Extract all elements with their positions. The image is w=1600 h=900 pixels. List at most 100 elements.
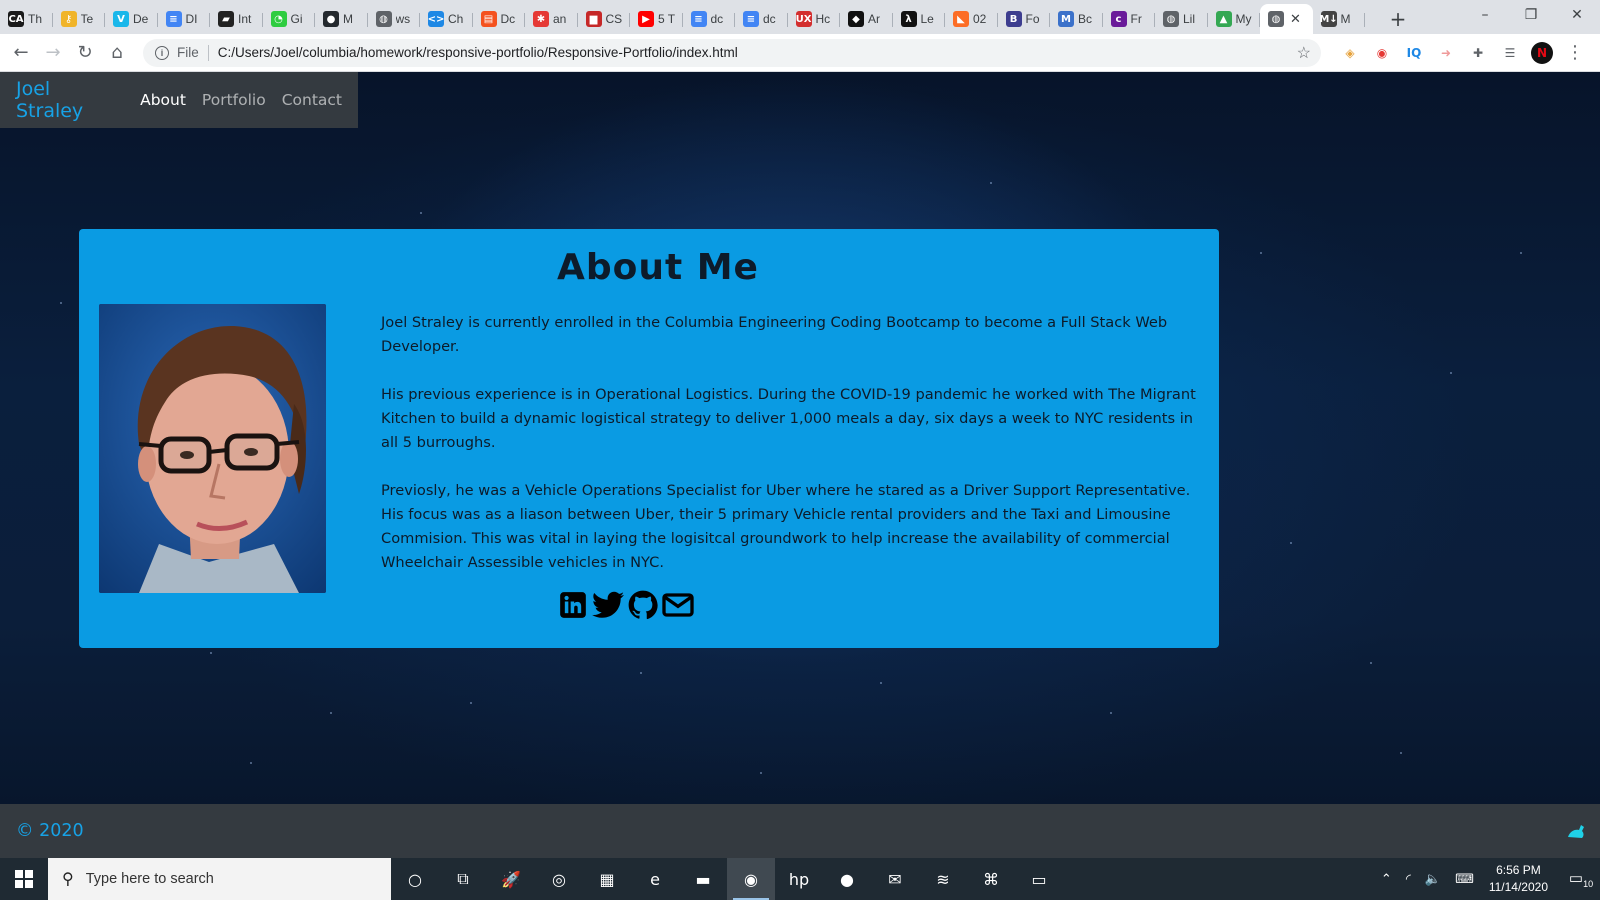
browser-tab[interactable]: λ Le: [893, 4, 946, 34]
browser-tab[interactable]: M↓ M: [1313, 4, 1366, 34]
store-icon[interactable]: ▦: [583, 858, 631, 900]
site-info-icon[interactable]: i: [155, 45, 169, 60]
restore-button[interactable]: ❐: [1508, 0, 1554, 30]
new-tab-button[interactable]: +: [1383, 4, 1413, 34]
wsl-icon[interactable]: ●: [823, 858, 871, 900]
browser-tab[interactable]: ✱ an: [525, 4, 578, 34]
nav-link-portfolio[interactable]: Portfolio: [202, 91, 266, 109]
drive-icon: ▲: [1215, 11, 1232, 27]
volume-icon[interactable]: 🔈: [1425, 871, 1441, 887]
forward-button[interactable]: →: [37, 37, 69, 69]
browser-tab[interactable]: ▆ CS: [578, 4, 631, 34]
arrow-extension-icon[interactable]: ➜: [1435, 42, 1457, 64]
browser-tab[interactable]: ◍ Lil: [1155, 4, 1208, 34]
terminal-icon[interactable]: ▭: [1015, 858, 1063, 900]
browser-tab[interactable]: ◆ Ar: [840, 4, 893, 34]
tab-title: dc: [763, 12, 776, 26]
edge-icon[interactable]: e: [631, 858, 679, 900]
iq-extension-icon[interactable]: IQ: [1403, 42, 1425, 64]
browser-tab[interactable]: ◍ ✕: [1260, 4, 1313, 34]
browser-tab[interactable]: ⚷ Te: [53, 4, 106, 34]
browser-tab[interactable]: ◔ Gi: [263, 4, 316, 34]
profile-avatar[interactable]: N: [1531, 41, 1553, 64]
github-icon[interactable]: [627, 589, 659, 621]
chromium-icon[interactable]: ◎: [535, 858, 583, 900]
browser-tab[interactable]: ◍ ws: [368, 4, 421, 34]
browser-tab[interactable]: B Fo: [998, 4, 1051, 34]
twitter-icon[interactable]: [592, 589, 624, 621]
browser-tab[interactable]: <> Ch: [420, 4, 473, 34]
linkedin-icon[interactable]: [557, 589, 589, 621]
browser-tab[interactable]: ≡ dc: [683, 4, 736, 34]
browser-tab[interactable]: ◣ 02: [945, 4, 998, 34]
gitlab-icon: ◣: [953, 11, 969, 27]
chrome-icon[interactable]: ◉: [727, 858, 775, 900]
timer-icon: ◔: [270, 11, 287, 27]
tab-title: M: [1340, 12, 1351, 26]
clock[interactable]: 6:56 PM 11/14/2020: [1489, 862, 1548, 896]
nav-link-contact[interactable]: Contact: [282, 91, 342, 109]
browser-tab[interactable]: V De: [105, 4, 158, 34]
background-star: [470, 702, 472, 704]
browser-tab[interactable]: ▶ 5 T: [630, 4, 683, 34]
hp-icon[interactable]: hp: [775, 858, 823, 900]
background-star: [330, 712, 332, 714]
wifi-icon[interactable]: ◜: [1406, 871, 1411, 887]
code-icon: <>: [428, 11, 444, 27]
tab-title: De: [133, 12, 149, 26]
close-tab-icon[interactable]: ✕: [1290, 12, 1301, 27]
cortana-icon[interactable]: ○: [391, 858, 439, 900]
url-text[interactable]: C:/Users/Joel/columbia/homework/responsi…: [218, 45, 738, 60]
browser-tab[interactable]: c Fr: [1103, 4, 1156, 34]
about-bio: Joel Straley is currently enrolled in th…: [381, 311, 1199, 599]
browser-tab[interactable]: ▰ Int: [210, 4, 263, 34]
home-button[interactable]: ⌂: [101, 37, 133, 69]
email-icon[interactable]: [662, 589, 694, 621]
browser-tab[interactable]: CA Th: [0, 4, 53, 34]
address-bar[interactable]: i File C:/Users/Joel/columbia/homework/r…: [143, 38, 1321, 67]
minimize-button[interactable]: –: [1462, 0, 1508, 30]
site-brand[interactable]: Joel Straley: [16, 78, 116, 122]
bookmark-star-icon[interactable]: ☆: [1297, 43, 1311, 63]
close-window-button[interactable]: ✕: [1554, 0, 1600, 30]
browser-tab[interactable]: M Bc: [1050, 4, 1103, 34]
browser-tab[interactable]: ≡ DI: [158, 4, 211, 34]
browser-menu-icon[interactable]: ⋮: [1559, 37, 1591, 69]
extensions-area: ◈ ◉ IQ ➜ ✚ ☰: [1339, 42, 1521, 64]
task-view-icon[interactable]: ⧉: [439, 858, 487, 900]
notification-center-icon[interactable]: ▭10: [1562, 869, 1600, 889]
docs-icon: ≡: [165, 11, 182, 27]
tab-title: Bc: [1078, 12, 1093, 26]
chevron-up-icon[interactable]: ⌃: [1381, 871, 1392, 887]
reload-button[interactable]: ↻: [69, 37, 101, 69]
file-explorer-icon[interactable]: ▬: [679, 858, 727, 900]
browser-tab[interactable]: ● M: [315, 4, 368, 34]
nav-link-about[interactable]: About: [140, 91, 186, 109]
vscode-icon[interactable]: ⌘: [967, 858, 1015, 900]
colorlib-icon: c: [1110, 11, 1127, 27]
back-button[interactable]: ←: [5, 37, 37, 69]
mdb-icon: M: [1058, 11, 1074, 27]
address-divider: [207, 44, 209, 61]
browser-tab[interactable]: ▲ My: [1208, 4, 1261, 34]
media-control-icon[interactable]: ☰: [1499, 42, 1521, 64]
browser-tab[interactable]: ▤ Dc: [473, 4, 526, 34]
start-button[interactable]: [0, 858, 48, 900]
rocket-app-icon[interactable]: 🚀: [487, 858, 535, 900]
puzzle-extensions-icon[interactable]: ✚: [1467, 42, 1489, 64]
taskbar-search[interactable]: ⚲ Type here to search: [48, 858, 391, 900]
browser-tab[interactable]: UX Hc: [788, 4, 841, 34]
windows-logo-icon: [15, 870, 33, 888]
rss-extension-icon[interactable]: ◈: [1339, 42, 1361, 64]
footer-copyright: © 2020: [16, 821, 84, 841]
spotify-icon[interactable]: ≋: [919, 858, 967, 900]
background-star: [1520, 252, 1522, 254]
browser-tab[interactable]: ≡ dc: [735, 4, 788, 34]
mail-icon[interactable]: ✉: [871, 858, 919, 900]
background-star: [1400, 752, 1402, 754]
keyboard-icon[interactable]: ⌨: [1455, 871, 1474, 887]
record-extension-icon[interactable]: ◉: [1371, 42, 1393, 64]
site-navbar: Joel Straley About Portfolio Contact: [0, 72, 358, 128]
vimeo-icon: V: [113, 11, 129, 27]
extension-float-icon[interactable]: [1566, 821, 1586, 841]
